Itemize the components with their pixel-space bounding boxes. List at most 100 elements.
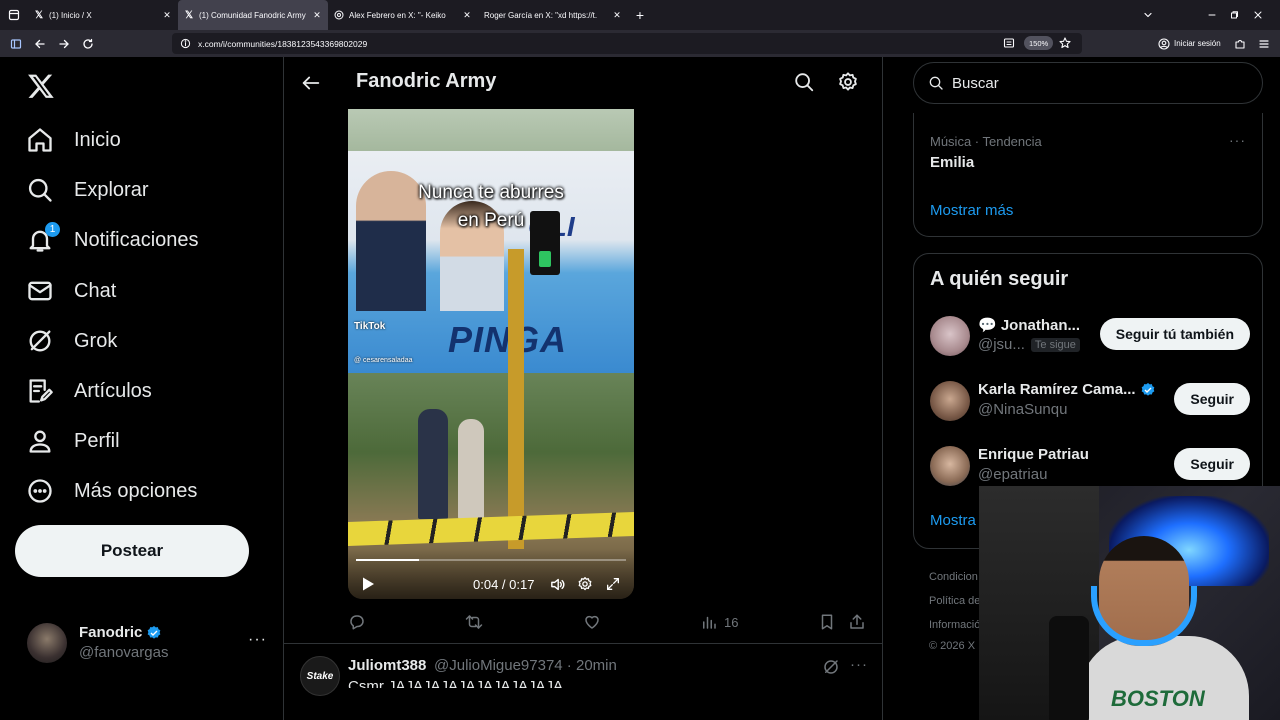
trend-name[interactable]: Emilia [930,154,974,171]
tab-list-icon[interactable] [0,0,28,30]
sidebar-item-mas-opciones[interactable]: Más opciones [26,471,197,511]
grok-icon [26,327,54,355]
search-placeholder: Buscar [952,74,999,92]
reader-view-icon[interactable] [1003,37,1015,49]
account-name-text: Fanodric [79,624,143,641]
repost-button[interactable] [465,613,483,631]
sidebar-item-grok[interactable]: Grok [26,321,117,361]
share-button[interactable] [848,613,866,631]
close-tab-icon[interactable]: ✕ [162,10,172,21]
avatar[interactable] [930,316,970,356]
video-player[interactable]: OLI PINGA Nunca te aburres en Perú TikTo… [348,109,634,599]
more-icon[interactable]: ··· [248,631,267,649]
avatar[interactable]: Stake [300,656,340,696]
search-input[interactable]: Buscar [913,62,1263,104]
sidebar-item-articulos[interactable]: Artículos [26,371,152,411]
browser-tab-roger[interactable]: Roger García en X: "xd https://t. ✕ [478,0,628,30]
sidebar-item-inicio[interactable]: Inicio [26,120,121,160]
tab-title: (1) Comunidad Fanodric Army / X [199,10,307,20]
play-icon[interactable] [360,576,376,592]
main-column: Fanodric Army OLI PINGA Nunca te aburres… [283,57,883,720]
sign-in-button[interactable]: Iniciar sesión [1158,30,1221,57]
show-more-link[interactable]: Mostrar más [930,202,1013,219]
sidebar-item-notificaciones[interactable]: 1 Notificaciones [26,220,199,260]
tiktok-watermark: TikTok [354,321,386,332]
close-window-icon[interactable] [1236,0,1280,30]
close-tab-icon[interactable]: ✕ [462,10,472,21]
like-button[interactable] [583,613,601,631]
reply-author-name[interactable]: Juliomt388 [348,657,426,674]
reply-icon [350,615,364,630]
follow-back-button[interactable]: Seguir tú también [1099,318,1250,350]
verified-badge-icon [148,625,161,639]
suggestion-name[interactable]: Enrique Patriau [978,446,1089,463]
suggestion-name[interactable]: Karla Ramírez Cama... [978,381,1156,398]
account-name: Fanodric [79,624,162,641]
video-caption-line: Nunca te aburres [418,182,564,203]
extensions-icon[interactable] [1228,30,1252,57]
browser-nav-bar: x.com/i/communities/1838123543369802029 … [0,30,1280,57]
suggestion-item[interactable]: Enrique Patriau @epatriau Seguir [930,444,1250,488]
footer-link[interactable]: Condicion [929,571,978,583]
close-tab-icon[interactable]: ✕ [612,10,622,21]
share-icon [850,614,864,629]
video-frame-people [418,399,498,519]
back-arrow-icon[interactable] [300,72,322,94]
sidebar-item-perfil[interactable]: Perfil [26,421,120,461]
reload-icon[interactable] [76,30,100,57]
browser-tab-comunidad[interactable]: 𝕏 (1) Comunidad Fanodric Army / X ✕ [178,0,328,30]
suggestion-item[interactable]: 💬 Jonathan... @jsu... Te sigue Seguir tú… [930,314,1250,358]
x-logo-icon[interactable] [27,72,55,100]
sidebar-item-explorar[interactable]: Explorar [26,170,148,210]
sidebar-item-chat[interactable]: Chat [26,271,116,311]
settings-icon[interactable] [577,576,593,592]
grok-icon[interactable] [822,658,840,676]
suggestion-name[interactable]: 💬 Jonathan... [978,316,1080,334]
url-bar[interactable]: x.com/i/communities/1838123543369802029 … [172,33,1082,54]
video-time: 0:04 / 0:17 [473,577,535,592]
account-switcher[interactable]: Fanodric @fanovargas ··· [27,623,267,663]
video-progress-bar[interactable] [356,559,626,561]
bell-icon: 1 [26,222,60,254]
avatar[interactable] [930,381,970,421]
account-icon [1158,37,1170,50]
search-icon[interactable] [793,71,815,93]
browser-tab-alex[interactable]: Alex Febrero en X: "- Keiko ✕ [328,0,478,30]
footer-link[interactable]: Política de [929,595,980,607]
browser-tab-inicio[interactable]: 𝕏 (1) Inicio / X ✕ [28,0,178,30]
more-icon[interactable]: ··· [850,656,868,673]
zoom-level-badge[interactable]: 150% [1024,36,1054,50]
reply-text: Csmr JAJAJAJAJAJAJAJAJAJA [348,678,564,688]
views-button[interactable]: 16 [700,613,738,631]
gear-icon[interactable] [837,71,859,93]
follow-button[interactable]: Seguir [1174,383,1250,415]
avatar[interactable] [930,446,970,486]
show-more-link[interactable]: Mostra [930,512,976,529]
sidebar-toggle-icon[interactable] [4,30,28,57]
reply-post[interactable]: Stake Juliomt388 @JulioMigue97374 · 20mi… [284,644,882,720]
community-header: Fanodric Army [284,57,882,110]
volume-icon[interactable] [549,576,566,593]
suggestion-handle-row: @jsu... Te sigue [978,336,1080,353]
footer-link[interactable]: Informació [929,619,980,631]
left-sidebar: Inicio Explorar 1 Notificaciones Chat Gr… [0,57,283,720]
search-icon [928,75,944,91]
follow-button[interactable]: Seguir [1174,448,1250,480]
chevron-down-icon[interactable] [1126,0,1170,30]
reply-button[interactable] [348,613,366,631]
more-icon[interactable]: ··· [1229,132,1246,148]
suggestion-item[interactable]: Karla Ramírez Cama... @NinaSunqu Seguir [930,379,1250,423]
close-tab-icon[interactable]: ✕ [312,10,322,21]
sidebar-item-label: Inicio [74,128,121,151]
fullscreen-icon[interactable] [605,576,621,592]
video-frame-caution-tape [348,512,634,546]
bookmark-button[interactable] [818,613,836,631]
new-tab-button[interactable]: + [628,7,652,23]
post-button[interactable]: Postear [15,525,249,577]
menu-icon[interactable] [1252,30,1276,57]
back-icon[interactable] [28,30,52,57]
forward-icon[interactable] [52,30,76,57]
site-info-icon[interactable] [180,38,192,49]
reply-author-handle[interactable]: @JulioMigue97374 · 20min [434,657,617,674]
bookmark-star-icon[interactable] [1059,37,1071,49]
